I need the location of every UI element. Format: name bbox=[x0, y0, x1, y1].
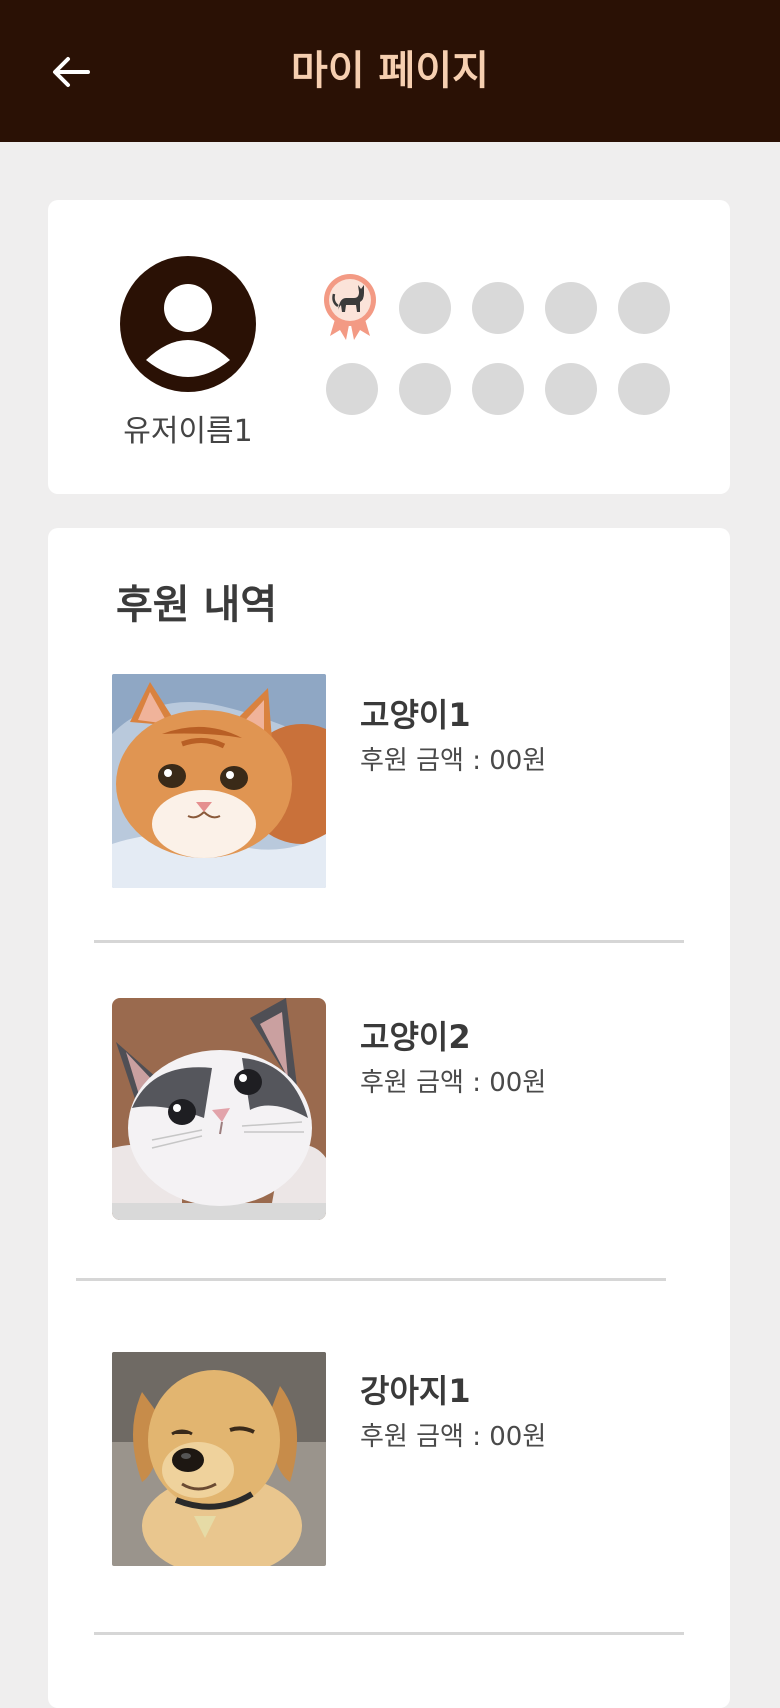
profile-card: 유저이름1 bbox=[48, 200, 730, 494]
badge-earned[interactable] bbox=[324, 274, 376, 340]
badge-empty[interactable] bbox=[545, 363, 597, 415]
item-amount: 후원 금액 : 00원 bbox=[360, 1068, 547, 1098]
badge-empty[interactable] bbox=[399, 363, 451, 415]
app-header: 마이 페이지 bbox=[0, 0, 780, 142]
badge-empty[interactable] bbox=[399, 282, 451, 334]
page-title: 마이 페이지 bbox=[291, 48, 489, 94]
grey-white-kitten-photo bbox=[112, 998, 326, 1220]
item-name: 고양이2 bbox=[360, 1018, 471, 1056]
cat-ribbon-badge-icon bbox=[324, 274, 376, 340]
donation-history-card: 후원 내역 고양이1 후원 금액: 00원 고양이2 후원 금액: 00원 … bbox=[48, 528, 730, 1708]
donation-item[interactable]: 강아지1 후원 금액 : 00원 bbox=[48, 528, 730, 1566]
badge-empty[interactable] bbox=[545, 282, 597, 334]
username: 유저이름1 bbox=[123, 414, 253, 449]
divider bbox=[94, 1632, 684, 1635]
badge-empty[interactable] bbox=[472, 282, 524, 334]
badge-empty[interactable] bbox=[326, 363, 378, 415]
divider bbox=[76, 1278, 666, 1281]
badge-empty[interactable] bbox=[472, 363, 524, 415]
golden-retriever-puppy-photo bbox=[112, 1352, 326, 1566]
user-avatar-icon[interactable] bbox=[120, 256, 256, 392]
badge-empty[interactable] bbox=[618, 363, 670, 415]
item-name: 강아지1 bbox=[360, 1372, 471, 1410]
item-amount: 후원 금액 : 00원 bbox=[360, 1422, 547, 1452]
badge-empty[interactable] bbox=[618, 282, 670, 334]
divider bbox=[94, 940, 684, 943]
